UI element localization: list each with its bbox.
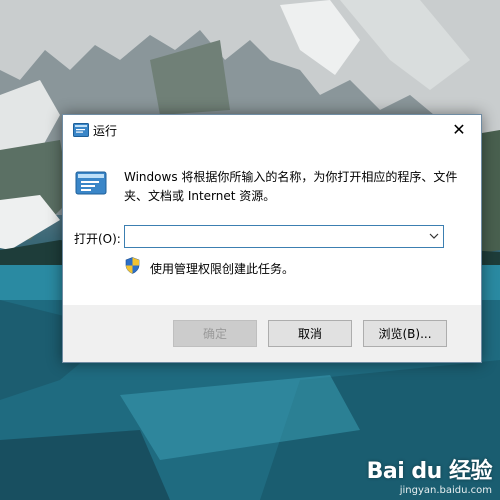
chevron-down-icon[interactable] <box>428 230 440 242</box>
run-dialog: 运行 ✕ Windows 将根据你所输入的名称，为你打开相应的程序、文件夹、文档… <box>62 114 482 363</box>
close-icon: ✕ <box>452 120 466 139</box>
ok-button[interactable]: 确定 <box>173 320 257 347</box>
uac-shield-icon <box>125 257 140 274</box>
watermark-logo: Bai du 经验 <box>366 459 493 484</box>
browse-button[interactable]: 浏览(B)... <box>363 320 447 347</box>
baidu-jingyan-watermark: Bai du 经验 jingyan.baidu.com <box>366 453 493 496</box>
dialog-title: 运行 <box>93 124 118 138</box>
open-label: 打开(O): <box>74 232 121 246</box>
close-button[interactable]: ✕ <box>437 115 481 145</box>
button-bar: 确定 取消 浏览(B)... <box>63 305 481 362</box>
run-program-icon <box>73 123 89 137</box>
open-combobox[interactable] <box>124 225 444 248</box>
cancel-button[interactable]: 取消 <box>268 320 352 347</box>
open-input[interactable] <box>128 228 418 245</box>
watermark-url: jingyan.baidu.com <box>399 485 492 496</box>
run-program-icon <box>75 171 107 195</box>
title-bar[interactable]: 运行 ✕ <box>63 115 481 145</box>
admin-privilege-note: 使用管理权限创建此任务。 <box>150 262 295 276</box>
dialog-description: Windows 将根据你所输入的名称，为你打开相应的程序、文件夹、文档或 Int… <box>124 170 458 203</box>
